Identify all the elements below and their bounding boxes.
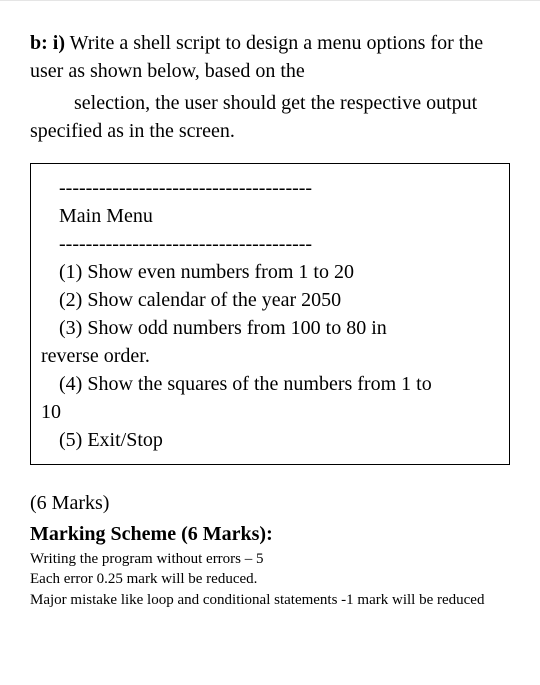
question-text-2: selection, the user should get the respe…	[30, 92, 477, 142]
menu-box: -------------------------------------- M…	[30, 163, 510, 465]
menu-item-2: (2) Show calendar of the year 2050	[41, 286, 497, 314]
menu-item-4a: (4) Show the squares of the numbers from…	[41, 370, 497, 398]
menu-item-3a: (3) Show odd numbers from 100 to 80 in	[41, 314, 497, 342]
marking-scheme-title: Marking Scheme (6 Marks):	[30, 521, 510, 547]
marking-line-3: Major mistake like loop and conditional …	[30, 590, 510, 610]
question-prompt-line2: selection, the user should get the respe…	[30, 89, 510, 145]
question-text-1: Write a shell script to design a menu op…	[30, 32, 483, 82]
question-prompt-line1: b: i) Write a shell script to design a m…	[30, 29, 510, 85]
marking-line-2: Each error 0.25 mark will be reduced.	[30, 569, 510, 589]
menu-item-5: (5) Exit/Stop	[41, 426, 497, 454]
question-label: b: i)	[30, 32, 65, 54]
menu-item-1: (1) Show even numbers from 1 to 20	[41, 258, 497, 286]
menu-item-3b: reverse order.	[41, 342, 497, 370]
marking-line-1: Writing the program without errors – 5	[30, 549, 510, 569]
marks-total: (6 Marks)	[30, 489, 510, 517]
menu-separator-bottom: --------------------------------------	[41, 230, 497, 258]
menu-title: Main Menu	[41, 202, 497, 230]
menu-separator-top: --------------------------------------	[41, 174, 497, 202]
menu-item-4b: 10	[41, 398, 497, 426]
